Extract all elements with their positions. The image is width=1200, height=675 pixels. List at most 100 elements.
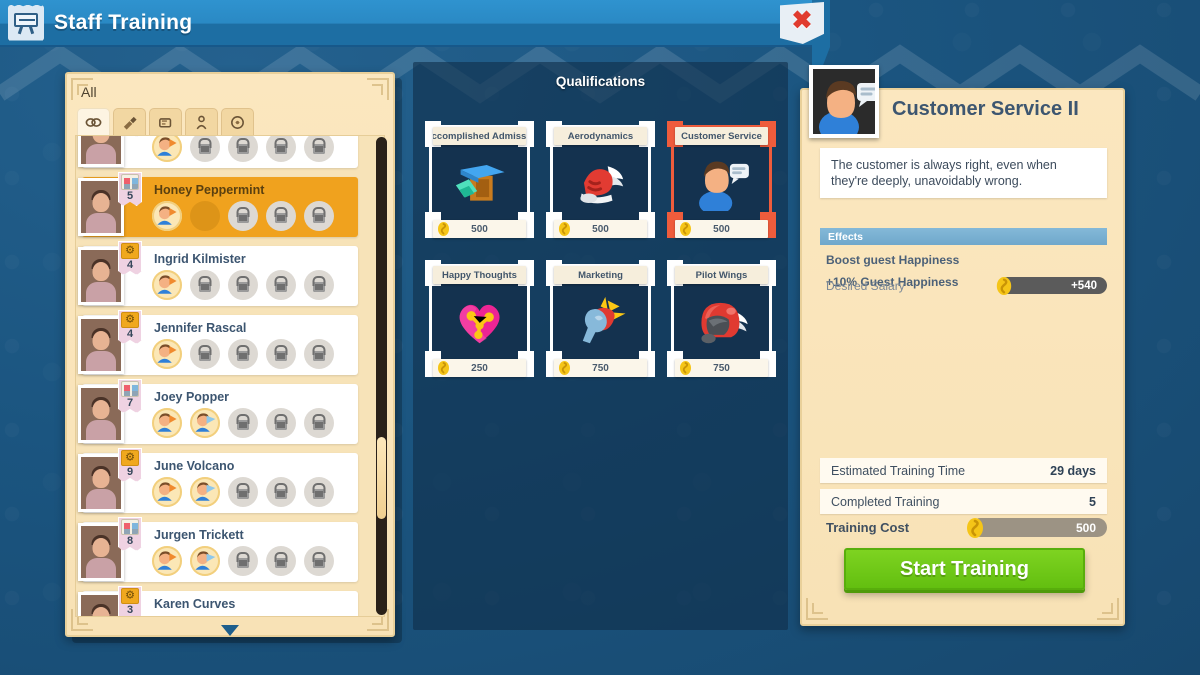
staff-row[interactable]: 7Joey Popper	[82, 384, 358, 444]
qualification-cost: 500	[433, 220, 526, 238]
skill-slot[interactable]	[152, 408, 182, 438]
qualification-card[interactable]: Aerodynamics500	[546, 117, 655, 242]
locked-skill-slot[interactable]	[190, 270, 220, 300]
locked-skill-slot[interactable]	[190, 339, 220, 369]
locked-skill-slot[interactable]	[266, 339, 296, 369]
tab-janitor[interactable]	[113, 108, 146, 135]
customer-service-portrait-icon	[809, 65, 879, 138]
pilot-helmet-icon	[677, 286, 766, 355]
skill-slot[interactable]	[152, 339, 182, 369]
skill-slot[interactable]	[190, 201, 220, 231]
staff-row[interactable]	[82, 135, 358, 168]
staff-row[interactable]: 5Honey Peppermint	[82, 177, 358, 237]
staff-row[interactable]: 4Jennifer Rascal	[82, 315, 358, 375]
staff-filter-label: All	[81, 84, 97, 100]
training-cost-label: Training Cost	[826, 520, 909, 535]
qualification-cost: 250	[433, 359, 526, 377]
locked-skill-slot[interactable]	[266, 270, 296, 300]
locked-skill-slot[interactable]	[266, 201, 296, 231]
staff-scrollbar-thumb[interactable]	[377, 437, 386, 519]
staff-row[interactable]: 4Ingrid Kilmister	[82, 246, 358, 306]
locked-skill-slot[interactable]	[190, 135, 220, 162]
tab-assistant[interactable]	[149, 108, 182, 135]
skill-slot[interactable]	[190, 546, 220, 576]
locked-skill-slot[interactable]	[266, 546, 296, 576]
tab-doctor[interactable]	[185, 108, 218, 135]
staff-role-icon	[121, 174, 139, 190]
customer-service-icon	[677, 147, 766, 216]
staff-filter-tabs	[77, 108, 254, 135]
qualification-detail-panel: Customer Service II The customer is alwa…	[800, 88, 1125, 626]
staff-skill-slots	[152, 408, 334, 438]
staff-scroll-area[interactable]: 5Honey Peppermint 4Ingrid Kilmister 4Jen…	[75, 135, 385, 617]
staff-role-icon	[121, 519, 139, 535]
qualification-name: Marketing	[554, 266, 647, 284]
staff-row[interactable]: 8Jurgen Trickett	[82, 522, 358, 582]
locked-skill-slot[interactable]	[266, 477, 296, 507]
megaphone-icon	[556, 286, 645, 355]
close-button[interactable]: ✖	[780, 2, 824, 44]
staff-name: Jurgen Trickett	[154, 528, 244, 542]
staff-list: 5Honey Peppermint 4Ingrid Kilmister 4Jen…	[82, 135, 358, 617]
desired-salary-pill: +540	[999, 277, 1107, 294]
scroll-down-arrow-icon[interactable]	[221, 625, 239, 636]
staff-level-value: 5	[127, 190, 133, 203]
locked-skill-slot[interactable]	[304, 135, 334, 162]
coin-icon	[437, 361, 450, 376]
start-training-button[interactable]: Start Training	[844, 548, 1085, 590]
locked-skill-slot[interactable]	[228, 270, 258, 300]
staff-scrollbar[interactable]	[376, 137, 387, 615]
staff-portrait	[78, 523, 124, 581]
locked-skill-slot[interactable]	[304, 546, 334, 576]
skill-slot[interactable]	[190, 477, 220, 507]
qualification-name: Pilot Wings	[675, 266, 768, 284]
staff-role-icon	[121, 588, 139, 604]
locked-skill-slot[interactable]	[228, 201, 258, 231]
tab-all-staff[interactable]	[77, 108, 110, 135]
locked-skill-slot[interactable]	[228, 546, 258, 576]
qualification-card[interactable]: Accomplished Admissi..500	[425, 117, 534, 242]
training-cost-value: 500	[1076, 521, 1096, 535]
panel-corner-ornament	[806, 598, 828, 620]
qualification-cost-value: 750	[713, 363, 730, 374]
staff-name: June Volcano	[154, 459, 234, 473]
locked-skill-slot[interactable]	[304, 408, 334, 438]
staff-level-value: 4	[127, 328, 133, 341]
coin-icon	[965, 517, 985, 539]
coin-icon	[558, 361, 571, 376]
locked-skill-slot[interactable]	[304, 270, 334, 300]
skill-slot[interactable]	[190, 408, 220, 438]
staff-name: Karen Curves	[154, 597, 235, 611]
skill-slot[interactable]	[152, 477, 182, 507]
locked-skill-slot[interactable]	[304, 201, 334, 231]
locked-skill-slot[interactable]	[304, 477, 334, 507]
locked-skill-slot[interactable]	[228, 339, 258, 369]
locked-skill-slot[interactable]	[266, 135, 296, 162]
tab-nurse[interactable]	[221, 108, 254, 135]
staff-level-badge: 4	[118, 310, 142, 344]
coin-icon	[679, 361, 692, 376]
training-board-icon	[8, 5, 44, 41]
qualification-card[interactable]: Customer Service500	[667, 117, 776, 242]
qualification-card[interactable]: Happy Thoughts250	[425, 256, 534, 381]
locked-skill-slot[interactable]	[304, 339, 334, 369]
locked-skill-slot[interactable]	[266, 408, 296, 438]
locked-skill-slot[interactable]	[228, 477, 258, 507]
qualification-card[interactable]: Pilot Wings 750	[667, 256, 776, 381]
skill-slot[interactable]	[152, 546, 182, 576]
qualification-cost: 750	[554, 359, 647, 377]
qualification-cost-value: 500	[713, 224, 730, 235]
locked-skill-slot[interactable]	[228, 135, 258, 162]
staff-row[interactable]: 3Karen Curves	[82, 591, 358, 617]
qualification-cost-value: 750	[592, 363, 609, 374]
skill-slot[interactable]	[152, 201, 182, 231]
locked-skill-slot[interactable]	[228, 408, 258, 438]
doctor-icon	[193, 114, 210, 131]
staff-portrait	[78, 454, 124, 512]
skill-slot[interactable]	[152, 270, 182, 300]
all-staff-icon	[85, 114, 102, 131]
effect-line: Boost guest Happiness	[826, 253, 1107, 267]
qualification-card[interactable]: Marketing 750	[546, 256, 655, 381]
staff-row[interactable]: 9June Volcano	[82, 453, 358, 513]
skill-slot[interactable]	[152, 135, 182, 162]
